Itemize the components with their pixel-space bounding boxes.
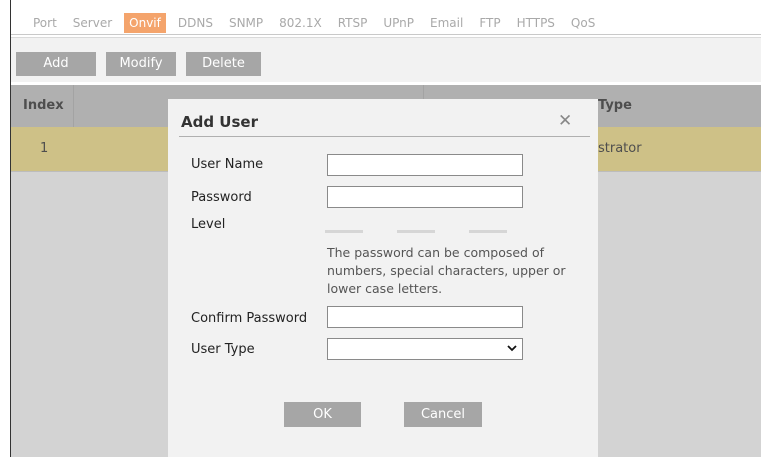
user-type-select[interactable] bbox=[327, 338, 523, 360]
password-strength-bar-medium bbox=[397, 230, 435, 233]
password-input[interactable] bbox=[327, 186, 523, 208]
level-label: Level bbox=[191, 217, 226, 232]
tab-rtsp[interactable]: RTSP bbox=[338, 15, 368, 31]
tab-ftp[interactable]: FTP bbox=[479, 15, 500, 31]
tab-https[interactable]: HTTPS bbox=[517, 15, 555, 31]
cancel-button[interactable]: Cancel bbox=[404, 402, 482, 427]
tab-ddns[interactable]: DDNS bbox=[178, 15, 213, 31]
chevron-down-icon bbox=[507, 345, 517, 352]
tab-port[interactable]: Port bbox=[33, 15, 57, 31]
add-user-dialog: Add User ✕ User Name Password Level The … bbox=[168, 99, 598, 457]
dialog-title: Add User bbox=[181, 113, 258, 131]
tab-email[interactable]: Email bbox=[430, 15, 463, 31]
tab-bar: Port Server Onvif DDNS SNMP 802.1X RTSP … bbox=[11, 4, 761, 38]
tab-8021x[interactable]: 802.1X bbox=[279, 15, 322, 31]
close-icon[interactable]: ✕ bbox=[558, 111, 572, 131]
tab-server[interactable]: Server bbox=[73, 15, 112, 31]
confirm-password-label: Confirm Password bbox=[191, 311, 308, 326]
confirm-password-input[interactable] bbox=[327, 306, 523, 328]
tab-list: Port Server Onvif DDNS SNMP 802.1X RTSP … bbox=[33, 13, 611, 33]
modify-button[interactable]: Modify bbox=[106, 52, 176, 76]
tab-divider bbox=[11, 34, 761, 35]
toolbar: Add Modify Delete bbox=[11, 38, 761, 82]
password-strength-bar-weak bbox=[325, 230, 363, 233]
user-name-input[interactable] bbox=[327, 154, 523, 176]
tab-upnp[interactable]: UPnP bbox=[383, 15, 414, 31]
tab-onvif[interactable]: Onvif bbox=[124, 13, 166, 33]
add-button[interactable]: Add bbox=[16, 52, 96, 76]
tab-qos[interactable]: QoS bbox=[571, 15, 595, 31]
ok-button[interactable]: OK bbox=[284, 402, 361, 427]
user-name-label: User Name bbox=[191, 157, 264, 172]
dialog-title-divider bbox=[179, 136, 590, 137]
tab-snmp[interactable]: SNMP bbox=[229, 15, 263, 31]
password-strength-bar-strong bbox=[469, 230, 507, 233]
password-hint: The password can be composed of numbers,… bbox=[327, 245, 566, 296]
password-label: Password bbox=[191, 190, 252, 205]
delete-button[interactable]: Delete bbox=[186, 52, 261, 76]
user-type-label: User Type bbox=[191, 342, 255, 357]
